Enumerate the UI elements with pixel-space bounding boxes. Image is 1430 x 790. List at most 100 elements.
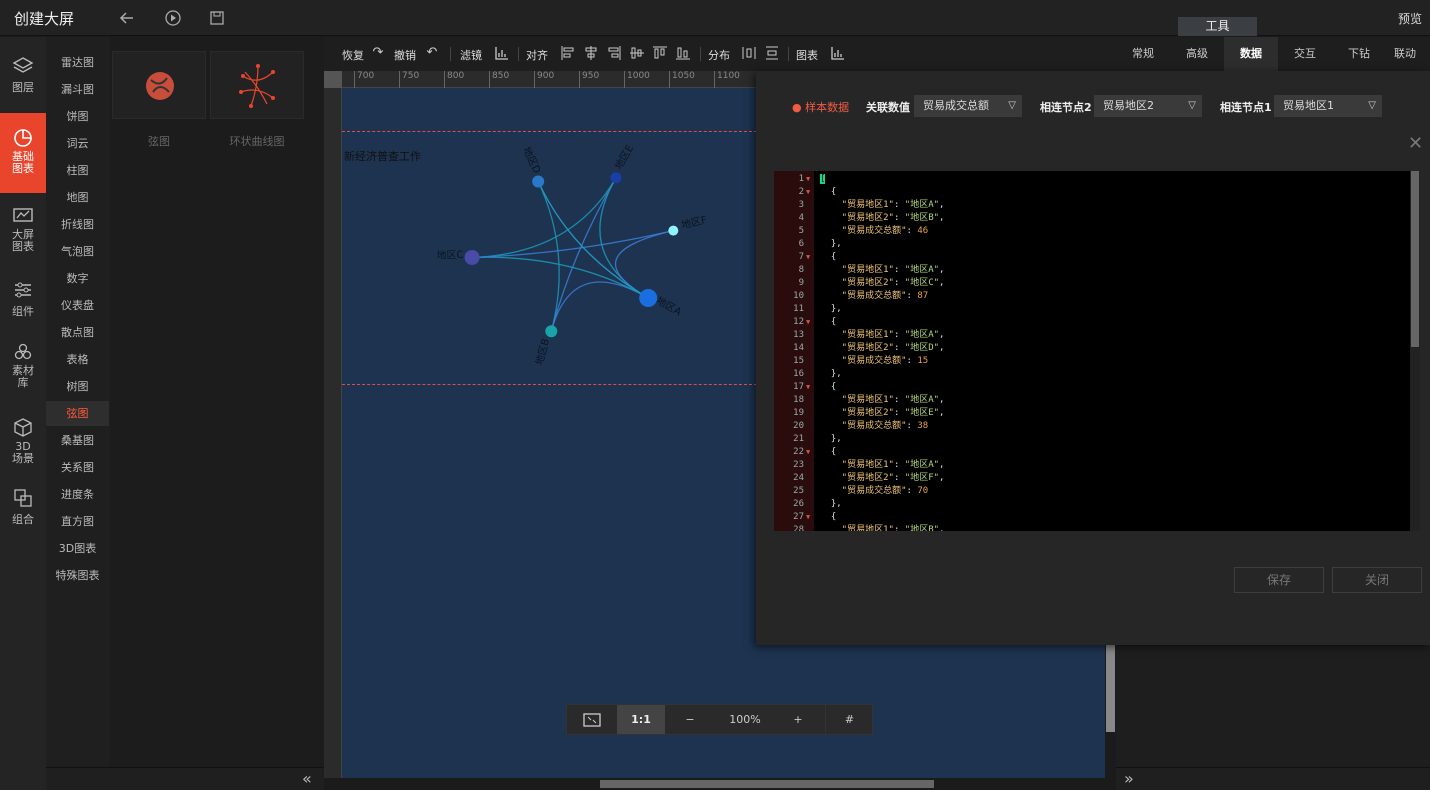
ruler-tick: 1100	[714, 71, 740, 88]
preview-button[interactable]: 预览	[1398, 10, 1422, 27]
category-item[interactable]: 进度条	[46, 482, 109, 507]
align-top-icon[interactable]	[652, 45, 668, 61]
thumb-ring-curve[interactable]	[210, 51, 304, 119]
chord-link[interactable]	[537, 181, 560, 332]
chord-node[interactable]	[610, 172, 622, 184]
chord-node[interactable]	[668, 225, 679, 236]
category-item[interactable]: 漏斗图	[46, 77, 109, 102]
nav-materials[interactable]: 素材库	[0, 335, 46, 395]
distribute-h-icon[interactable]	[741, 45, 757, 61]
category-item[interactable]: 地图	[46, 185, 109, 210]
chord-chart[interactable]: 地区A 地区B 地区C 地区D 地区E 地区F	[342, 88, 762, 388]
fold-arrow-icon[interactable]: ▼	[806, 316, 810, 329]
zoom-1-1-button[interactable]: 1:1	[617, 705, 665, 734]
play-icon[interactable]	[164, 9, 182, 27]
redo-icon[interactable]: ↷	[370, 45, 386, 61]
distribute-v-icon[interactable]	[764, 45, 780, 61]
fold-arrow-icon[interactable]: ▼	[806, 173, 810, 186]
nav-layers[interactable]: 图层	[0, 49, 46, 109]
tools-tab[interactable]: 工具	[1178, 17, 1257, 36]
category-item[interactable]: 柱图	[46, 158, 109, 183]
category-item[interactable]: 仪表盘	[46, 293, 109, 318]
category-item[interactable]: 3D图表	[46, 536, 109, 561]
fit-screen-icon[interactable]	[567, 705, 617, 734]
tab-advanced[interactable]: 高级	[1170, 37, 1224, 71]
close-button[interactable]: 关闭	[1332, 567, 1422, 593]
back-icon[interactable]	[118, 9, 136, 27]
zoom-in-icon[interactable]: +	[783, 705, 813, 734]
nav-basic-charts[interactable]: 基础图表	[0, 113, 46, 193]
nav-components[interactable]: 组件	[0, 273, 46, 333]
vertical-ruler	[324, 88, 342, 778]
fold-arrow-icon[interactable]: ▼	[806, 186, 810, 199]
align-middle-v-icon[interactable]	[629, 45, 645, 61]
divider	[450, 47, 451, 61]
horizontal-scroll-thumb[interactable]	[600, 780, 934, 788]
save-icon[interactable]	[208, 9, 226, 27]
align-right-icon[interactable]	[606, 45, 622, 61]
category-item[interactable]: 饼图	[46, 104, 109, 129]
node2-select[interactable]: 贸易地区2 ▽	[1094, 95, 1202, 117]
category-item[interactable]: 特殊图表	[46, 563, 109, 588]
category-item-active[interactable]: 弦图	[46, 401, 109, 426]
zoom-level: 100%	[729, 713, 761, 726]
category-item[interactable]: 关系图	[46, 455, 109, 480]
value-select-text: 贸易成交总额	[923, 99, 989, 112]
fold-arrow-icon[interactable]: ▼	[806, 381, 810, 394]
filter-button[interactable]: 滤镜	[460, 47, 482, 63]
nav-screen-charts[interactable]: 大屏图表	[0, 199, 46, 259]
chord-node-label: 地区A	[654, 294, 684, 319]
save-button[interactable]: 保存	[1234, 567, 1324, 593]
collapse-left-icon[interactable]: «	[302, 769, 312, 788]
close-icon[interactable]: ✕	[1408, 135, 1426, 153]
category-item[interactable]: 表格	[46, 347, 109, 372]
value-select[interactable]: 贸易成交总额 ▽	[914, 95, 1022, 117]
category-item[interactable]: 散点图	[46, 320, 109, 345]
category-item[interactable]: 雷达图	[46, 50, 109, 75]
redo-button[interactable]: 恢复	[342, 47, 364, 63]
category-item[interactable]: 数字	[46, 266, 109, 291]
category-item[interactable]: 词云	[46, 131, 109, 156]
category-item[interactable]: 气泡图	[46, 239, 109, 264]
category-item[interactable]: 直方图	[46, 509, 109, 534]
chord-node[interactable]	[545, 325, 558, 338]
align-bottom-icon[interactable]	[675, 45, 691, 61]
sample-data-label[interactable]: ● 样本数据	[792, 99, 849, 115]
top-bar: 创建大屏 工具 预览	[0, 0, 1430, 36]
tab-data[interactable]: 数据	[1224, 37, 1278, 71]
vertical-scroll-thumb[interactable]	[1106, 644, 1115, 732]
nav-combine[interactable]: 组合	[0, 481, 46, 541]
align-left-icon[interactable]	[560, 45, 576, 61]
distribute-button[interactable]: 分布	[708, 47, 730, 63]
tab-drilldown[interactable]: 下钻	[1332, 37, 1386, 71]
filter-chart-icon[interactable]	[494, 45, 510, 61]
line-number: 13	[793, 330, 804, 340]
chord-node[interactable]	[464, 249, 480, 265]
json-code-editor[interactable]: 1 ▼[2 ▼ {3 "贸易地区1": "地区A", 4 "贸易地区2": "地区B"…	[774, 171, 1420, 531]
tab-general[interactable]: 常规	[1116, 37, 1170, 71]
editor-scroll-thumb[interactable]	[1411, 171, 1419, 347]
category-item[interactable]: 树图	[46, 374, 109, 399]
chord-link[interactable]	[550, 177, 617, 332]
chord-link[interactable]	[472, 229, 674, 259]
chart-button[interactable]: 图表	[796, 47, 818, 63]
nav-3d-scene[interactable]: 3D场景	[0, 411, 46, 471]
tab-linkage[interactable]: 联动	[1380, 37, 1430, 71]
fold-arrow-icon[interactable]: ▼	[806, 511, 810, 524]
grid-icon[interactable]: #	[825, 705, 873, 734]
thumb-chord[interactable]	[112, 51, 206, 119]
undo-button[interactable]: 撤销	[394, 47, 416, 63]
category-item[interactable]: 折线图	[46, 212, 109, 237]
align-button[interactable]: 对齐	[526, 47, 548, 63]
chart-icon[interactable]	[830, 45, 846, 61]
tab-interaction[interactable]: 交互	[1278, 37, 1332, 71]
undo-icon[interactable]: ↶	[424, 45, 440, 61]
fold-arrow-icon[interactable]: ▼	[806, 446, 810, 459]
collapse-right-icon[interactable]: »	[1124, 769, 1134, 788]
zoom-out-icon[interactable]: −	[675, 705, 705, 734]
category-item[interactable]: 桑基图	[46, 428, 109, 453]
align-center-h-icon[interactable]	[583, 45, 599, 61]
fold-arrow-icon[interactable]: ▼	[806, 251, 810, 264]
chord-node[interactable]	[532, 175, 545, 188]
node1-select[interactable]: 贸易地区1 ▽	[1274, 95, 1382, 117]
